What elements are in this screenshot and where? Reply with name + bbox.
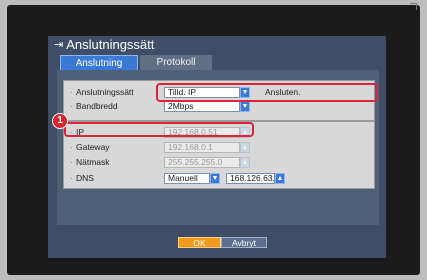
- netmask-field[interactable]: 255.255.255.0: [164, 157, 240, 168]
- gateway-field[interactable]: 192.168.0.1: [164, 142, 240, 153]
- dialog-title: ⇥ Anslutningssätt: [54, 36, 154, 54]
- cancel-button[interactable]: Avbryt: [221, 237, 267, 248]
- bandwidth-label: Bandbredd: [70, 101, 118, 111]
- callout-badge: 1: [52, 113, 68, 129]
- ok-button[interactable]: OK: [178, 237, 221, 248]
- gateway-keypad-icon[interactable]: ▲: [240, 142, 250, 153]
- dialog-title-text: Anslutningssätt: [66, 37, 155, 52]
- connection-type-label: Anslutningssätt: [70, 87, 134, 97]
- dns-field[interactable]: 168.126.63.1: [226, 173, 275, 184]
- tab-anslutning[interactable]: Anslutning: [60, 55, 138, 70]
- dns-label: DNS: [70, 173, 94, 183]
- tab-protokoll[interactable]: Protokoll: [140, 55, 212, 70]
- netmask-keypad-icon[interactable]: ▲: [240, 157, 250, 168]
- exit-door-icon: ⇥: [54, 39, 64, 51]
- highlight-connection-type: [156, 83, 378, 102]
- gateway-label: Gateway: [70, 142, 109, 152]
- corner-mark: [410, 3, 417, 10]
- dns-mode-select[interactable]: Manuell: [164, 173, 210, 184]
- bandwidth-select[interactable]: 2Mbps: [164, 101, 240, 112]
- bandwidth-dropdown-icon[interactable]: ▼: [240, 101, 250, 112]
- dns-keypad-icon[interactable]: ▲: [275, 173, 285, 184]
- highlight-ip: [64, 122, 254, 137]
- netmask-label: Nätmask: [70, 157, 109, 167]
- dns-mode-dropdown-icon[interactable]: ▼: [210, 173, 220, 184]
